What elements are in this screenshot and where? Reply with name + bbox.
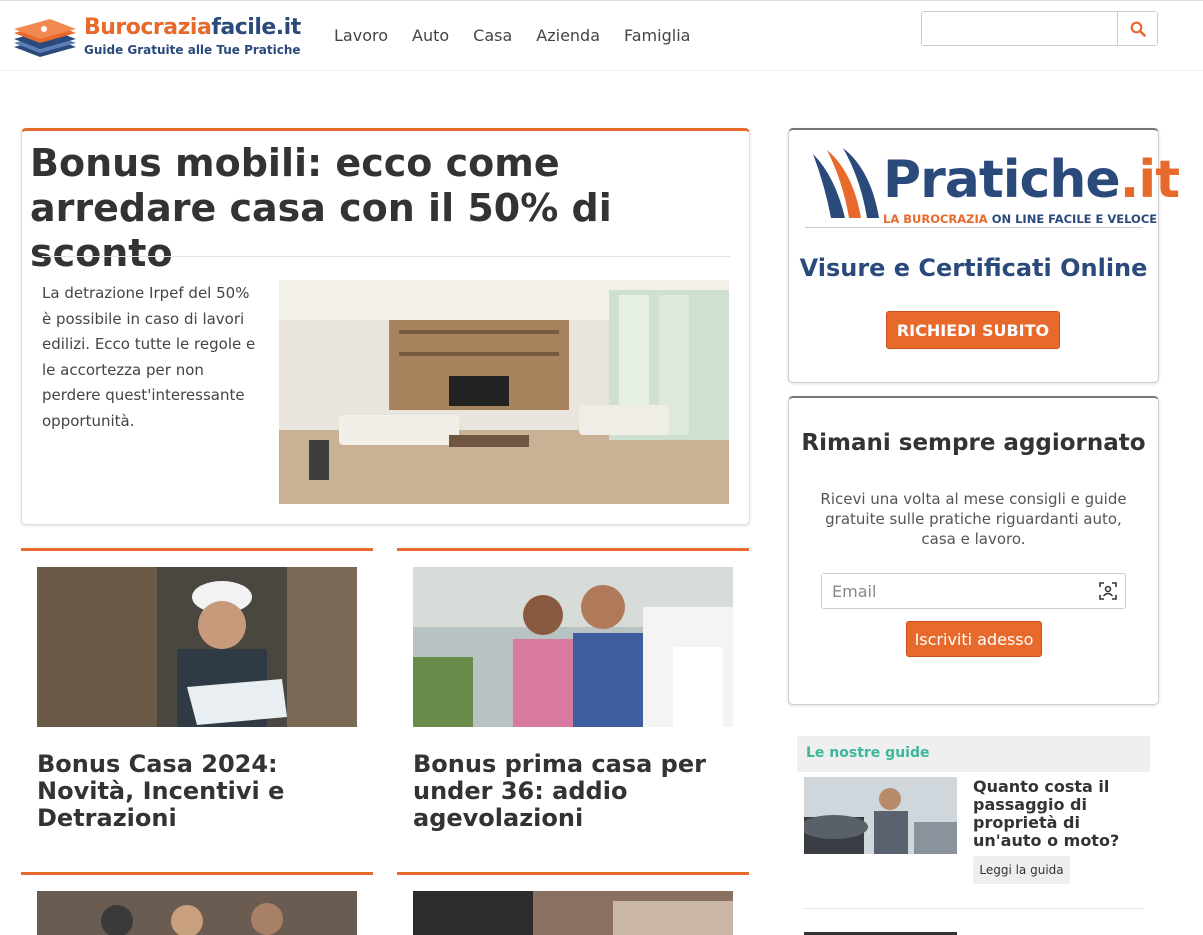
pratiche-logo-mark-icon <box>813 148 879 218</box>
search-icon <box>1130 21 1146 37</box>
card-image-couple-house[interactable] <box>413 567 733 727</box>
search-box <box>921 11 1158 46</box>
nav-item-casa[interactable]: Casa <box>473 26 512 45</box>
card-image-business-meeting[interactable] <box>37 891 357 935</box>
newsletter-box: Rimani sempre aggiornato Ricevi una volt… <box>788 396 1159 705</box>
article-card[interactable]: Bonus Casa 2024: Novità, Incentivi e Det… <box>21 548 373 858</box>
guide-title[interactable]: Quanto costa il passaggio di proprietà d… <box>973 778 1151 850</box>
logo-stack-icon <box>14 19 76 57</box>
pratiche-logo-name: Pratiche.it <box>883 150 1180 210</box>
nav-item-lavoro[interactable]: Lavoro <box>334 26 388 45</box>
nav-item-auto[interactable]: Auto <box>412 26 449 45</box>
divider <box>804 908 1144 909</box>
newsletter-title: Rimani sempre aggiornato <box>801 430 1146 456</box>
ad-headline: Visure e Certificati Online <box>799 254 1148 282</box>
pratiche-logo-tagline: LA BUROCRAZIA ON LINE FACILE E VELOCE <box>883 212 1158 226</box>
divider <box>805 227 1143 228</box>
card-title[interactable]: Bonus prima casa per under 36: addio age… <box>413 751 733 832</box>
contact-card-icon[interactable] <box>1099 582 1117 600</box>
site-logo[interactable]: Burocraziafacile.it Guide Gratuite alle … <box>10 15 310 63</box>
guide-image-car-dealer[interactable] <box>804 777 957 854</box>
search-input[interactable] <box>922 12 1118 45</box>
richiedi-subito-button[interactable]: RICHIEDI SUBITO <box>886 311 1060 349</box>
pratiche-ad[interactable]: Pratiche.it LA BUROCRAZIA ON LINE FACILE… <box>788 128 1180 383</box>
logo-tagline: Guide Gratuite alle Tue Pratiche <box>84 43 301 57</box>
article-card[interactable]: Bonus prima casa per under 36: addio age… <box>397 548 749 858</box>
nav-item-famiglia[interactable]: Famiglia <box>624 26 690 45</box>
pratiche-logo[interactable]: Pratiche.it LA BUROCRAZIA ON LINE FACILE… <box>805 146 1180 228</box>
logo-title: Burocraziafacile.it <box>84 15 301 40</box>
divider <box>42 256 730 257</box>
card-image-engineer[interactable] <box>37 567 357 727</box>
site-header: Burocraziafacile.it Guide Gratuite alle … <box>0 0 1203 71</box>
article-card[interactable] <box>397 872 749 935</box>
guides-heading: Le nostre guide <box>797 736 1150 772</box>
email-field[interactable] <box>822 574 1092 608</box>
newsletter-description: Ricevi una volta al mese consigli e guid… <box>820 490 1127 548</box>
article-card[interactable] <box>21 872 373 935</box>
search-button[interactable] <box>1117 12 1157 45</box>
card-title[interactable]: Bonus Casa 2024: Novità, Incentivi e Det… <box>37 751 357 832</box>
card-image-laptop[interactable] <box>413 891 733 935</box>
nav-item-azienda[interactable]: Azienda <box>536 26 600 45</box>
email-field-wrapper <box>821 573 1126 609</box>
featured-image-living-room[interactable] <box>279 280 729 504</box>
read-guide-button[interactable]: Leggi la guida <box>973 856 1070 884</box>
main-nav: Lavoro Auto Casa Azienda Famiglia <box>334 26 690 45</box>
featured-excerpt: La detrazione Irpef del 50% è possibile … <box>42 284 256 430</box>
featured-article[interactable]: Bonus mobili: ecco come arredare casa co… <box>21 128 750 525</box>
subscribe-button[interactable]: Iscriviti adesso <box>906 621 1042 657</box>
